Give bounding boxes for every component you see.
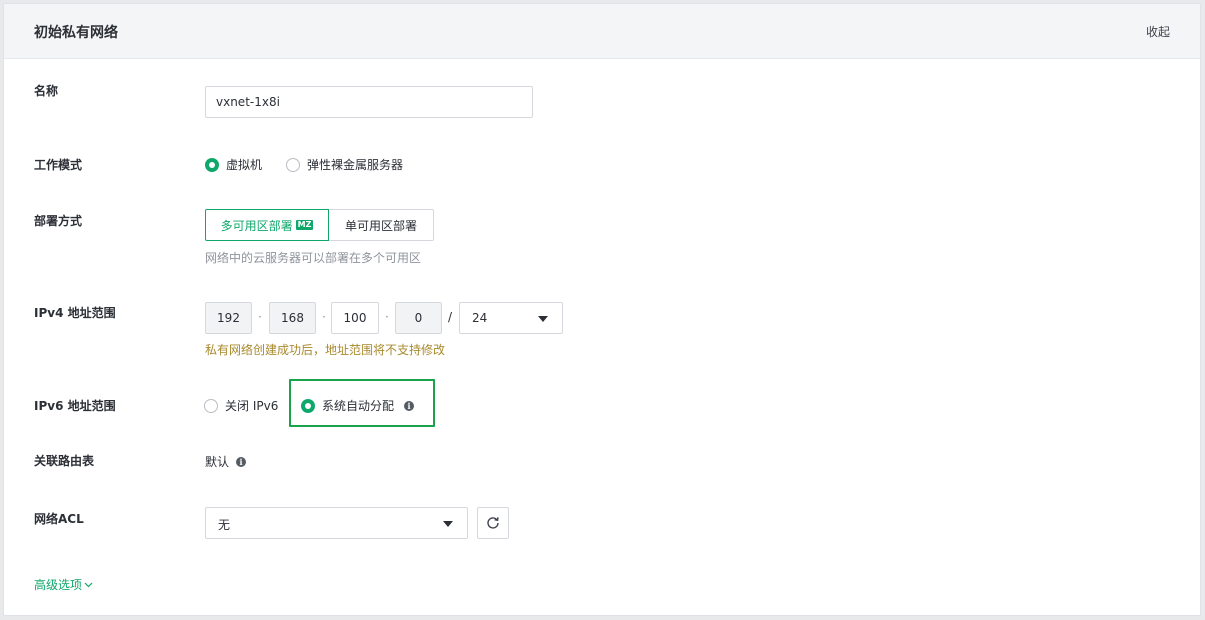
radio-ipv6-auto-label: 系统自动分配	[322, 399, 395, 413]
caret-down-icon	[538, 316, 548, 322]
multi-zone-label: 多可用区部署	[220, 218, 293, 233]
refresh-button[interactable]	[477, 507, 509, 539]
panel-title: 初始私有网络	[34, 25, 118, 41]
radio-bare-metal-label: 弹性裸金属服务器	[307, 158, 404, 172]
single-zone-label: 单可用区部署	[344, 218, 417, 233]
info-icon[interactable]: i	[404, 400, 415, 411]
ipv4-prefix-select[interactable]: 24	[459, 302, 563, 334]
chevron-down-icon	[84, 582, 93, 587]
name-input[interactable]	[205, 86, 533, 118]
deploy-hint: 网络中的云服务器可以部署在多个可用区	[205, 251, 422, 265]
ipv4-slash: /	[448, 310, 453, 324]
ipv6-radio-group: 关闭 IPv6	[204, 397, 278, 414]
ipv4-dot-separator: ·	[385, 310, 389, 324]
work-mode-label: 工作模式	[34, 158, 83, 172]
radio-unchecked-icon	[286, 157, 301, 172]
radio-ipv6-off-label: 关闭 IPv6	[225, 399, 279, 413]
route-table-label: 关联路由表	[34, 454, 95, 468]
radio-bare-metal[interactable]: 弹性裸金属服务器	[286, 156, 403, 173]
panel-header: 初始私有网络 收起	[4, 4, 1200, 59]
deploy-segmented-control: 多可用区部署 MZ 单可用区部署	[205, 209, 434, 241]
deploy-label: 部署方式	[34, 214, 83, 228]
ipv6-label: IPv6 地址范围	[34, 399, 116, 413]
single-zone-button[interactable]: 单可用区部署	[329, 209, 434, 241]
radio-ipv6-off[interactable]: 关闭 IPv6	[204, 397, 278, 414]
advanced-options-label: 高级选项	[34, 578, 83, 592]
ipv6-auto-option: 系统自动分配 i	[301, 397, 415, 414]
name-label: 名称	[34, 84, 59, 98]
caret-down-icon	[443, 521, 453, 527]
acl-label: 网络ACL	[34, 512, 84, 526]
acl-value: 无	[218, 518, 231, 532]
radio-ipv6-auto[interactable]: 系统自动分配	[301, 397, 394, 414]
route-table-value: 默认	[205, 455, 230, 469]
ipv4-dot-separator: ·	[322, 310, 326, 324]
mz-badge: MZ	[295, 220, 314, 230]
ipv4-prefix-value: 24	[472, 311, 488, 325]
ipv4-warning: 私有网络创建成功后，地址范围将不支持修改	[205, 343, 446, 357]
advanced-options-link[interactable]: 高级选项	[34, 576, 93, 593]
radio-unchecked-icon	[204, 398, 218, 413]
info-icon[interactable]: i	[236, 456, 247, 467]
radio-checked-icon	[301, 398, 315, 413]
ipv4-octet-3[interactable]: 100	[331, 302, 379, 334]
vxnet-form-panel: 初始私有网络 收起 名称 工作模式 虚拟机 弹性裸金属服务器 部署方式 多可用区…	[3, 3, 1201, 616]
radio-vm[interactable]: 虚拟机	[205, 156, 262, 173]
route-table-value-row: 默认 i	[205, 453, 247, 470]
ipv4-label: IPv4 地址范围	[34, 306, 116, 320]
radio-vm-label: 虚拟机	[226, 158, 263, 172]
work-mode-radio-group: 虚拟机 弹性裸金属服务器	[205, 156, 403, 173]
ipv4-dot-separator: ·	[258, 310, 262, 324]
ipv4-octet-4: 0	[395, 302, 442, 334]
acl-select[interactable]: 无	[205, 507, 468, 539]
multi-zone-button[interactable]: 多可用区部署 MZ	[205, 209, 329, 241]
radio-checked-icon	[205, 157, 219, 172]
ipv4-octet-1: 192	[205, 302, 252, 334]
collapse-link[interactable]: 收起	[1146, 23, 1170, 40]
ipv4-octet-2: 168	[269, 302, 316, 334]
refresh-icon	[487, 517, 499, 529]
